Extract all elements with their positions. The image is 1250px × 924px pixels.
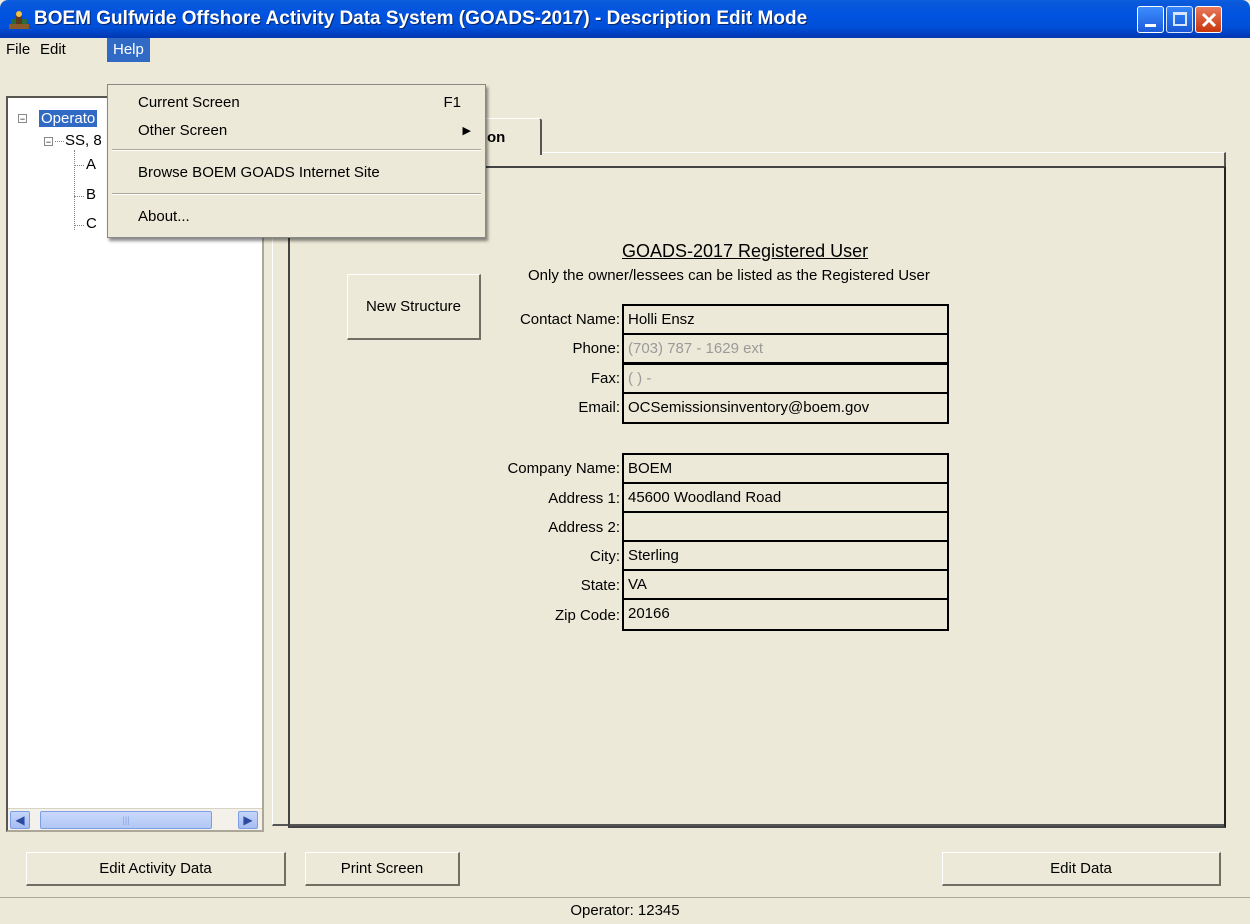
collapse-icon[interactable]: − bbox=[18, 114, 27, 124]
address2-field[interactable] bbox=[622, 511, 949, 542]
collapse-icon[interactable]: − bbox=[44, 137, 53, 147]
menu-item-label: Current Screen bbox=[138, 94, 240, 111]
scroll-right-button[interactable]: ▶ bbox=[238, 811, 258, 829]
address2-label: Address 2: bbox=[548, 519, 620, 536]
tree-connector bbox=[55, 141, 64, 142]
menu-item-current-screen[interactable]: Current Screen F1 bbox=[108, 89, 485, 117]
tree-leaf[interactable]: C bbox=[86, 215, 97, 232]
company-name-field[interactable]: BOEM bbox=[622, 453, 949, 484]
zip-field[interactable]: 20166 bbox=[622, 598, 949, 631]
form-subtitle: Only the owner/lessees can be listed as … bbox=[528, 267, 930, 284]
tree-connector bbox=[74, 225, 84, 226]
minimize-button[interactable] bbox=[1137, 6, 1164, 33]
app-icon bbox=[9, 11, 29, 29]
menu-separator bbox=[112, 193, 481, 195]
menu-item-shortcut: F1 bbox=[443, 94, 461, 111]
tree-node-structure[interactable]: SS, 8 bbox=[65, 132, 102, 149]
menu-item-other-screen[interactable]: Other Screen ▶ bbox=[108, 117, 485, 145]
help-menu-dropdown: Current Screen F1 Other Screen ▶ Browse … bbox=[107, 84, 486, 238]
menu-separator bbox=[112, 149, 481, 151]
tree-leaf[interactable]: B bbox=[86, 186, 96, 203]
city-field[interactable]: Sterling bbox=[622, 540, 949, 571]
tree-leaf[interactable]: A bbox=[86, 156, 96, 173]
tree-node-operator[interactable]: Operato bbox=[39, 110, 98, 127]
state-label: State: bbox=[580, 577, 620, 594]
print-screen-button[interactable]: Print Screen bbox=[305, 852, 460, 886]
menu-edit[interactable]: Edit bbox=[34, 38, 72, 62]
form-title: GOADS-2017 Registered User bbox=[622, 241, 869, 261]
email-field[interactable]: OCSemissionsinventory@boem.gov bbox=[622, 392, 949, 424]
submenu-arrow-icon: ▶ bbox=[462, 125, 471, 137]
company-name-label: Company Name: bbox=[507, 460, 620, 477]
scrollbar-thumb[interactable]: ||| bbox=[40, 811, 212, 829]
edit-data-button[interactable]: Edit Data bbox=[942, 852, 1221, 886]
status-operator: Operator: 12345 bbox=[570, 902, 680, 919]
menu-file[interactable]: File bbox=[0, 38, 36, 62]
close-button[interactable] bbox=[1195, 6, 1222, 33]
address1-label: Address 1: bbox=[548, 490, 620, 507]
minimize-icon bbox=[1145, 24, 1156, 27]
horizontal-scrollbar[interactable]: ◀ ||| ▶ bbox=[8, 808, 262, 830]
window-title: BOEM Gulfwide Offshore Activity Data Sys… bbox=[34, 8, 808, 29]
tree-connector bbox=[74, 150, 75, 230]
address1-field[interactable]: 45600 Woodland Road bbox=[622, 482, 949, 513]
phone-field[interactable]: (703) 787 - 1629 ext bbox=[622, 333, 949, 364]
close-icon bbox=[1201, 12, 1217, 28]
tree-connector bbox=[74, 165, 84, 166]
city-label: City: bbox=[590, 548, 620, 565]
maximize-icon bbox=[1173, 12, 1187, 26]
maximize-button[interactable] bbox=[1166, 6, 1193, 33]
menu-bar: File Edit Help bbox=[0, 38, 1250, 62]
phone-label: Phone: bbox=[572, 340, 620, 357]
menu-help[interactable]: Help bbox=[107, 38, 150, 62]
contact-name-field[interactable]: Holli Ensz bbox=[622, 304, 949, 335]
menu-item-browse-site[interactable]: Browse BOEM GOADS Internet Site bbox=[108, 159, 485, 187]
fax-field[interactable]: ( ) - bbox=[622, 363, 949, 394]
scroll-left-button[interactable]: ◀ bbox=[10, 811, 30, 829]
menu-item-label: Other Screen bbox=[138, 122, 228, 139]
contact-name-label: Contact Name: bbox=[519, 311, 620, 328]
email-label: Email: bbox=[578, 399, 620, 416]
menu-item-about[interactable]: About... bbox=[108, 203, 485, 231]
zip-label: Zip Code: bbox=[554, 607, 620, 624]
new-structure-button[interactable]: New Structure bbox=[347, 274, 481, 340]
state-field[interactable]: VA bbox=[622, 569, 949, 600]
fax-label: Fax: bbox=[590, 370, 620, 387]
tree-connector bbox=[74, 196, 84, 197]
edit-activity-data-button[interactable]: Edit Activity Data bbox=[26, 852, 286, 886]
